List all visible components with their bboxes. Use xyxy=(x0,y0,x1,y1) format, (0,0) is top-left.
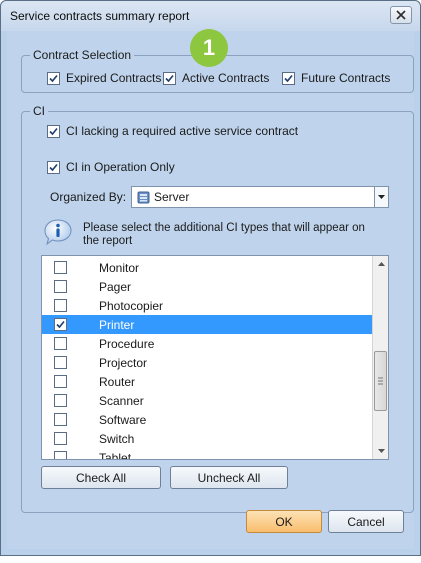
chevron-down-icon xyxy=(378,194,385,199)
checkbox-box[interactable] xyxy=(47,124,60,138)
list-scrollbar[interactable] xyxy=(372,256,388,459)
ok-button[interactable]: OK xyxy=(246,510,322,533)
close-icon xyxy=(396,10,406,20)
list-item-checkbox[interactable] xyxy=(54,318,67,331)
check-icon xyxy=(49,163,58,171)
active-contracts-label: Active Contracts xyxy=(182,71,270,85)
ci-types-list[interactable]: Tablet Switch Software Scanner Router Project… xyxy=(41,255,389,460)
list-item-label: Tablet xyxy=(99,451,132,460)
checkbox-box[interactable] xyxy=(282,71,295,85)
uncheck-all-button[interactable]: Uncheck All xyxy=(170,466,288,489)
step-badge: 1 xyxy=(190,29,228,67)
checkbox-box[interactable] xyxy=(163,71,176,85)
ci-group-label: CI xyxy=(30,104,48,118)
list-item-label: Pager xyxy=(99,280,132,294)
ci-lacking-contract-checkbox[interactable]: CI lacking a required active service con… xyxy=(47,124,298,138)
list-item-checkbox[interactable] xyxy=(54,375,67,388)
list-item-label: Projector xyxy=(99,356,148,370)
future-contracts-label: Future Contracts xyxy=(301,71,391,85)
title-bar[interactable]: Service contracts summary report xyxy=(1,1,420,31)
organized-by-value: Server xyxy=(154,190,190,204)
active-contracts-checkbox[interactable]: Active Contracts xyxy=(163,71,269,85)
list-item-label: Monitor xyxy=(99,261,140,275)
list-item[interactable]: Procedure xyxy=(42,334,372,353)
list-item-checkbox[interactable] xyxy=(54,299,67,312)
expired-contracts-checkbox[interactable]: Expired Contracts xyxy=(47,71,161,85)
check-all-button[interactable]: Check All xyxy=(41,466,161,489)
dialog-client-area: Contract Selection Expired Contracts Act… xyxy=(7,29,414,549)
list-item-label: Procedure xyxy=(99,337,155,351)
list-item-label: Router xyxy=(99,375,136,389)
check-icon xyxy=(284,74,293,82)
check-icon xyxy=(165,74,174,82)
server-icon xyxy=(137,191,150,204)
ci-in-operation-checkbox[interactable]: CI in Operation Only xyxy=(47,160,175,174)
list-item-checkbox[interactable] xyxy=(54,432,67,445)
list-item-checkbox[interactable] xyxy=(54,356,67,369)
list-item-checkbox[interactable] xyxy=(54,413,67,426)
close-button[interactable] xyxy=(390,6,412,24)
list-item-checkbox[interactable] xyxy=(54,337,67,350)
list-item[interactable]: Scanner xyxy=(42,391,372,410)
list-item-label: Printer xyxy=(99,318,135,332)
list-item-checkbox[interactable] xyxy=(54,261,67,274)
dialog-window: Service contracts summary report Contrac… xyxy=(0,0,421,556)
list-item-checkbox[interactable] xyxy=(54,394,67,407)
contract-selection-label: Contract Selection xyxy=(30,48,135,62)
organized-by-dropdown[interactable]: Server xyxy=(131,186,389,208)
checkbox-box[interactable] xyxy=(47,160,60,174)
list-item[interactable]: Software xyxy=(42,410,372,429)
info-icon xyxy=(44,219,72,246)
list-item[interactable]: Monitor xyxy=(42,258,372,277)
list-item[interactable]: Photocopier xyxy=(42,296,372,315)
list-item-checkbox[interactable] xyxy=(54,451,67,459)
dropdown-arrow-button[interactable] xyxy=(374,187,388,207)
chevron-down-icon xyxy=(377,448,385,453)
cancel-button[interactable]: Cancel xyxy=(328,510,404,533)
checkbox-box[interactable] xyxy=(47,71,60,85)
list-item[interactable]: Switch xyxy=(42,429,372,448)
ci-in-operation-label: CI in Operation Only xyxy=(66,160,175,174)
list-item[interactable]: Projector xyxy=(42,353,372,372)
list-item-label: Switch xyxy=(99,432,135,446)
grip-icon xyxy=(378,377,383,385)
list-item-label: Photocopier xyxy=(99,299,164,313)
list-item[interactable]: Tablet xyxy=(42,448,372,460)
list-item-checkbox[interactable] xyxy=(54,280,67,293)
organized-by-label: Organized By: xyxy=(50,190,127,204)
list-item[interactable]: Printer xyxy=(42,315,372,334)
scroll-thumb[interactable] xyxy=(374,351,387,411)
window-title: Service contracts summary report xyxy=(10,9,190,23)
list-item-label: Scanner xyxy=(99,394,144,408)
check-icon xyxy=(56,320,65,329)
future-contracts-checkbox[interactable]: Future Contracts xyxy=(282,71,390,85)
ci-types-instruction: Please select the additional CI types th… xyxy=(83,222,365,247)
scroll-down-button[interactable] xyxy=(373,443,388,459)
check-icon xyxy=(49,127,58,135)
check-icon xyxy=(49,74,58,82)
list-item[interactable]: Pager xyxy=(42,277,372,296)
chevron-up-icon xyxy=(377,261,385,266)
list-item-label: Software xyxy=(99,413,147,427)
ci-lacking-contract-label: CI lacking a required active service con… xyxy=(66,124,299,138)
scroll-up-button[interactable] xyxy=(373,256,388,272)
list-item[interactable]: Router xyxy=(42,372,372,391)
expired-contracts-label: Expired Contracts xyxy=(66,71,162,85)
